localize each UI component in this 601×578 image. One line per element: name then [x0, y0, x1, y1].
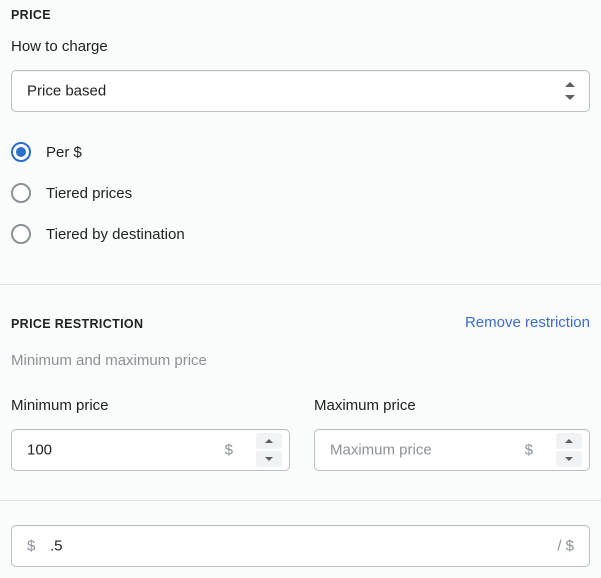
how-to-charge-select[interactable]: Price based	[11, 70, 590, 112]
rate-amount-field[interactable]: $ .5 / $	[11, 525, 590, 567]
remove-restriction-link[interactable]: Remove restriction	[465, 315, 590, 330]
stepper-down-icon[interactable]	[556, 451, 582, 467]
maximum-price-label: Maximum price	[314, 397, 416, 414]
price-restriction-description: Minimum and maximum price	[11, 352, 207, 369]
radio-label-tiered-prices: Tiered prices	[46, 184, 133, 202]
price-restriction-heading: PRICE RESTRICTION	[11, 317, 144, 331]
rate-amount-input[interactable]: .5	[50, 539, 63, 554]
maximum-price-field[interactable]: Maximum price $	[314, 429, 590, 471]
maximum-price-input[interactable]: Maximum price	[330, 443, 432, 458]
stepper-down-icon[interactable]	[256, 451, 282, 467]
minimum-price-field[interactable]: 100 $	[11, 429, 290, 471]
radio-label-per-dollar: Per $	[46, 143, 82, 161]
price-section-heading: PRICE	[11, 8, 51, 22]
section-divider	[0, 500, 601, 501]
stepper-up-icon[interactable]	[256, 433, 282, 449]
radio-icon-unselected[interactable]	[11, 224, 31, 244]
rate-unit-suffix: / $	[557, 537, 574, 555]
radio-option-per-dollar[interactable]: Per $	[11, 139, 185, 165]
minimum-price-stepper	[256, 433, 282, 467]
radio-icon-selected[interactable]	[11, 142, 31, 162]
rate-type-radio-group: Per $ Tiered prices Tiered by destinatio…	[11, 139, 185, 247]
minimum-price-label: Minimum price	[11, 397, 109, 414]
radio-option-tiered-by-destination[interactable]: Tiered by destination	[11, 221, 185, 247]
radio-option-tiered-prices[interactable]: Tiered prices	[11, 180, 185, 206]
radio-label-tiered-by-destination: Tiered by destination	[46, 225, 185, 243]
select-chevrons-icon	[565, 82, 575, 100]
how-to-charge-label: How to charge	[11, 38, 108, 55]
stepper-up-icon[interactable]	[556, 433, 582, 449]
currency-symbol-icon: $	[224, 441, 233, 459]
currency-symbol-icon: $	[524, 441, 533, 459]
section-divider	[0, 284, 601, 285]
how-to-charge-select-value: Price based	[27, 82, 107, 100]
maximum-price-stepper	[556, 433, 582, 467]
currency-prefix-icon: $	[27, 537, 36, 555]
radio-icon-unselected[interactable]	[11, 183, 31, 203]
minimum-price-input[interactable]: 100	[27, 443, 52, 458]
